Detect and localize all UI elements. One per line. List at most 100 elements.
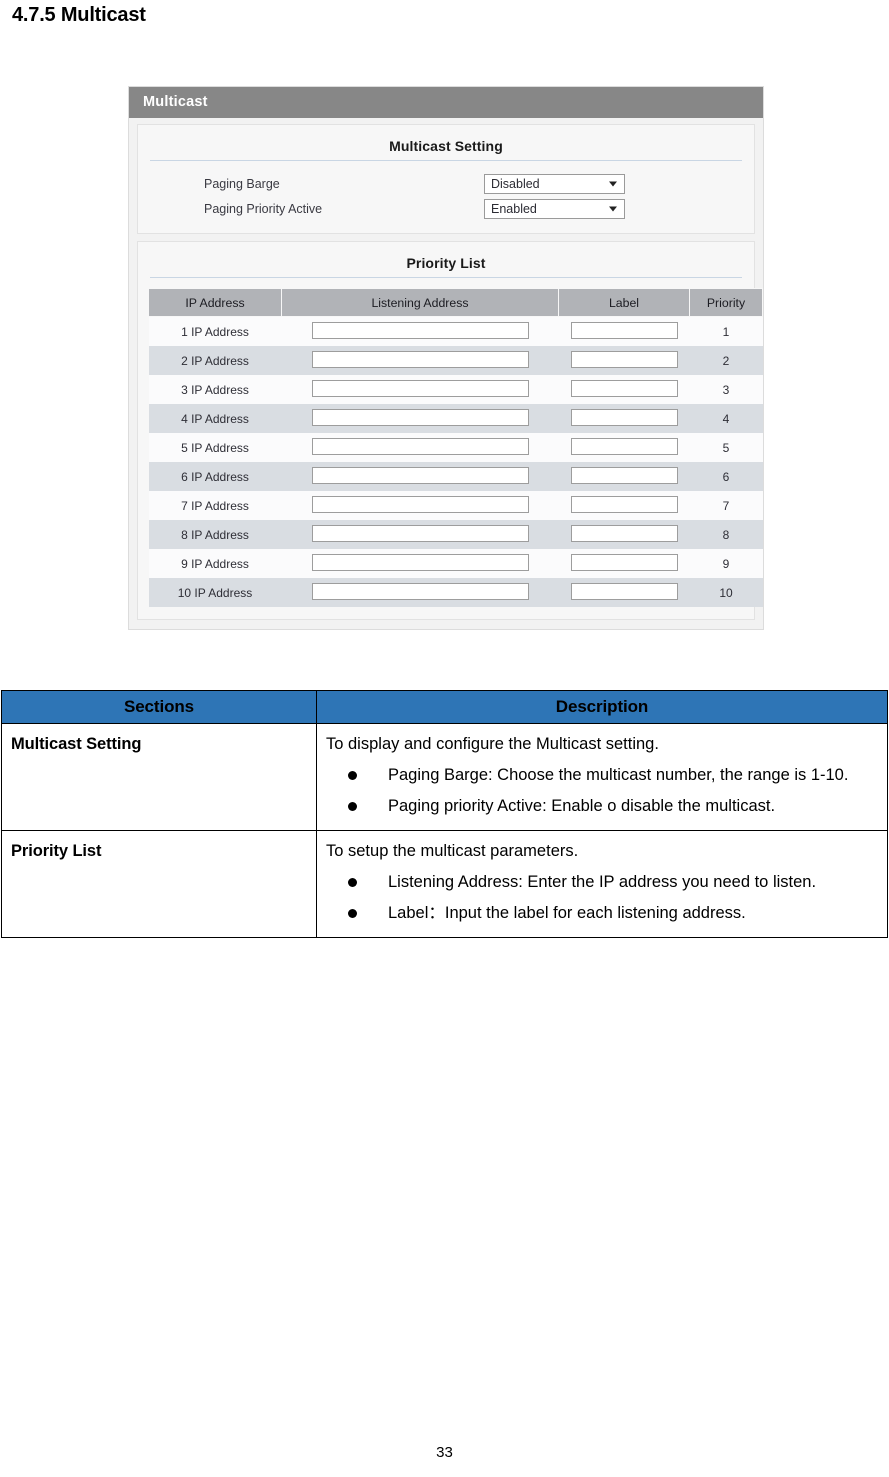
panel-titlebar: Multicast xyxy=(129,87,763,118)
paging-barge-select[interactable]: Disabled xyxy=(484,173,625,194)
cell-ip-address: 3 IP Address xyxy=(148,375,282,404)
cell-listening-address xyxy=(281,578,559,607)
listening-address-input[interactable] xyxy=(311,495,529,513)
bullet-text: Paging Barge: Choose the multicast numbe… xyxy=(388,766,849,784)
page-title: 4.7.5 Multicast xyxy=(12,4,146,26)
section-description-cell: To display and configure the Multicast s… xyxy=(316,723,888,831)
table-row: 8 IP Address 8 xyxy=(148,520,763,549)
label-input[interactable] xyxy=(570,321,678,339)
bullet-text: Label：Input the label for each listening… xyxy=(388,904,746,922)
section-name: Priority List xyxy=(11,842,102,860)
cell-priority: 3 xyxy=(689,375,763,404)
cell-label xyxy=(558,433,690,462)
section-name: Multicast Setting xyxy=(11,735,142,753)
section-description-cell: To setup the multicast parameters. Listen… xyxy=(316,830,888,938)
cell-ip-address: 2 IP Address xyxy=(148,346,282,375)
label-input[interactable] xyxy=(570,437,678,455)
cell-listening-address xyxy=(281,520,559,549)
cell-label xyxy=(558,520,690,549)
cell-priority: 5 xyxy=(689,433,763,462)
priority-list-title: Priority List xyxy=(406,255,486,271)
cell-listening-address xyxy=(281,346,559,375)
description-bullet-list: Paging Barge: Choose the multicast numbe… xyxy=(326,760,878,822)
list-item: Label：Input the label for each listening… xyxy=(326,898,878,929)
cell-ip-address: 5 IP Address xyxy=(148,433,282,462)
paging-barge-label: Paging Barge xyxy=(204,176,280,191)
listening-address-input[interactable] xyxy=(311,437,529,455)
label-input[interactable] xyxy=(570,466,678,484)
listening-address-input[interactable] xyxy=(311,408,529,426)
column-header-description: Description xyxy=(316,690,888,724)
cell-label xyxy=(558,375,690,404)
cell-label xyxy=(558,316,690,346)
column-header-priority: Priority xyxy=(689,288,763,317)
cell-ip-address: 6 IP Address xyxy=(148,462,282,491)
paging-barge-value: Disabled xyxy=(491,176,540,191)
table-row: 10 IP Address 10 xyxy=(148,578,763,607)
bullet-dot-icon xyxy=(348,878,357,887)
cell-listening-address xyxy=(281,316,559,346)
cell-listening-address xyxy=(281,491,559,520)
column-header-label: Label xyxy=(558,288,690,317)
cell-listening-address xyxy=(281,549,559,578)
column-header-ip-address: IP Address xyxy=(148,288,282,317)
panel-body: Multicast Setting Paging Barge Disabled … xyxy=(129,118,763,629)
bullet-dot-icon xyxy=(348,771,357,780)
label-input[interactable] xyxy=(570,350,678,368)
description-header-row: Sections Description xyxy=(1,690,888,724)
listening-address-input[interactable] xyxy=(311,582,529,600)
label-input[interactable] xyxy=(570,379,678,397)
cell-listening-address xyxy=(281,433,559,462)
cell-label xyxy=(558,404,690,433)
label-input[interactable] xyxy=(570,495,678,513)
table-row: 6 IP Address 6 xyxy=(148,462,763,491)
listening-address-input[interactable] xyxy=(311,350,529,368)
setting-row-paging-priority-active: Paging Priority Active Enabled xyxy=(148,196,744,221)
table-row: 2 IP Address 2 xyxy=(148,346,763,375)
priority-list-table: IP Address Listening Address Label Prior… xyxy=(148,288,763,607)
section-divider xyxy=(150,160,742,161)
table-row: 4 IP Address 4 xyxy=(148,404,763,433)
table-row: 3 IP Address 3 xyxy=(148,375,763,404)
cell-label xyxy=(558,462,690,491)
cell-ip-address: 7 IP Address xyxy=(148,491,282,520)
bullet-text: Listening Address: Enter the IP address … xyxy=(388,873,817,891)
label-input[interactable] xyxy=(570,553,678,571)
multicast-screenshot-panel: Multicast Multicast Setting Paging Barge… xyxy=(128,86,764,630)
cell-priority: 6 xyxy=(689,462,763,491)
cell-ip-address: 10 IP Address xyxy=(148,578,282,607)
listening-address-input[interactable] xyxy=(311,379,529,397)
label-input[interactable] xyxy=(570,582,678,600)
section-divider xyxy=(150,277,742,278)
table-row: 5 IP Address 5 xyxy=(148,433,763,462)
bullet-text: Paging priority Active: Enable o disable… xyxy=(388,797,776,815)
multicast-setting-title: Multicast Setting xyxy=(389,138,503,154)
chevron-down-icon xyxy=(609,181,617,186)
list-item: Listening Address: Enter the IP address … xyxy=(326,867,878,898)
cell-priority: 2 xyxy=(689,346,763,375)
paging-priority-active-label: Paging Priority Active xyxy=(204,201,323,216)
listening-address-input[interactable] xyxy=(311,466,529,484)
label-input[interactable] xyxy=(570,524,678,542)
cell-ip-address: 1 IP Address xyxy=(148,316,282,346)
listening-address-input[interactable] xyxy=(311,553,529,571)
description-table: Sections Description Multicast Setting To… xyxy=(1,690,888,938)
bullet-dot-icon xyxy=(348,802,357,811)
priority-list-header-row: IP Address Listening Address Label Prior… xyxy=(148,288,763,317)
multicast-setting-card: Multicast Setting Paging Barge Disabled … xyxy=(137,124,755,234)
list-item: Paging Barge: Choose the multicast numbe… xyxy=(326,760,878,791)
label-input[interactable] xyxy=(570,408,678,426)
table-row: 7 IP Address 7 xyxy=(148,491,763,520)
cell-priority: 1 xyxy=(689,316,763,346)
chevron-down-icon xyxy=(609,206,617,211)
cell-listening-address xyxy=(281,462,559,491)
cell-ip-address: 9 IP Address xyxy=(148,549,282,578)
cell-priority: 4 xyxy=(689,404,763,433)
cell-label xyxy=(558,578,690,607)
page-number: 33 xyxy=(436,1444,453,1461)
section-name-cell: Multicast Setting xyxy=(1,723,317,831)
cell-priority: 10 xyxy=(689,578,763,607)
paging-priority-active-select[interactable]: Enabled xyxy=(484,198,625,219)
listening-address-input[interactable] xyxy=(311,524,529,542)
listening-address-input[interactable] xyxy=(311,321,529,339)
